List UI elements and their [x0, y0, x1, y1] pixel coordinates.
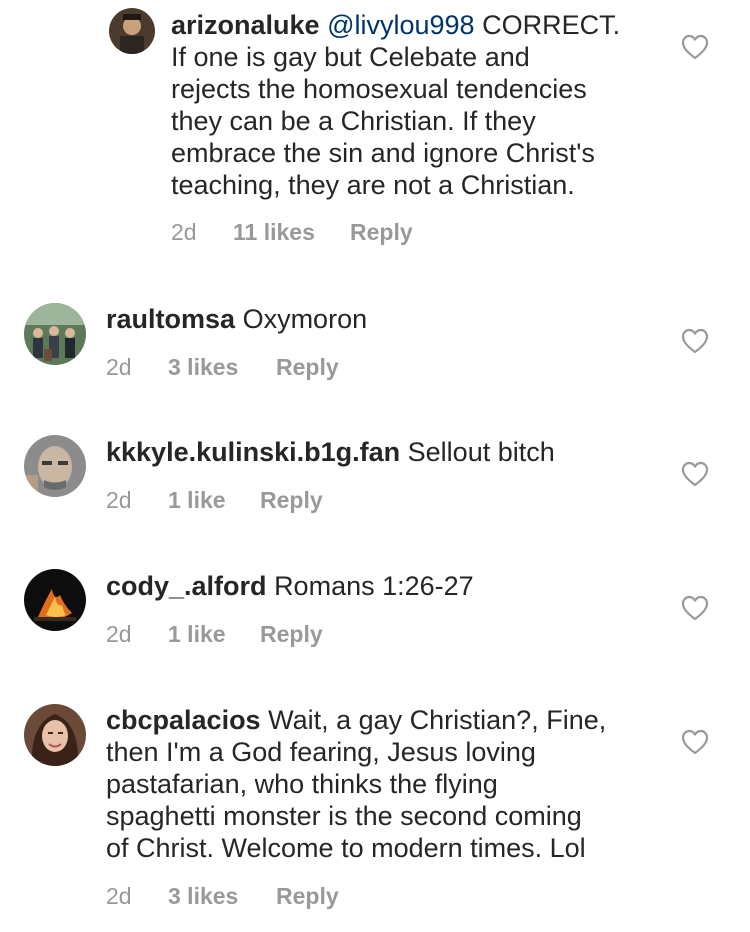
reply-button[interactable]: Reply [276, 883, 339, 910]
reply-button[interactable]: Reply [350, 219, 413, 246]
comment-text-line: embrace the sin and ignore Christ's [171, 138, 595, 168]
heart-outline-icon [681, 34, 709, 60]
avatar[interactable] [24, 704, 86, 766]
comment-text: raultomsa Oxymoron [106, 303, 666, 335]
like-button[interactable] [681, 729, 709, 755]
comment-text-line: CORRECT. [482, 10, 621, 40]
comment-time: 2d [106, 883, 132, 909]
comment-text-line: rejects the homosexual tendencies [171, 74, 587, 104]
avatar-image [24, 569, 86, 631]
like-button[interactable] [681, 461, 709, 487]
comment-arizonaluke: arizonaluke @livylou998 CORRECT. If one … [0, 0, 750, 270]
avatar[interactable] [24, 569, 86, 631]
comment-meta: 2d 11 likes Reply [171, 219, 413, 246]
comment-text: cbcpalacios Wait, a gay Christian?, Fine… [106, 704, 666, 864]
comment-time: 2d [106, 354, 132, 380]
like-button[interactable] [681, 328, 709, 354]
comment-text: cody_.alford Romans 1:26-27 [106, 570, 666, 602]
comment-text-line: then I'm a God fearing, Jesus loving [106, 737, 536, 767]
avatar[interactable] [24, 303, 86, 365]
comment-text-line: they can be a Christian. If they [171, 106, 536, 136]
reply-button[interactable]: Reply [260, 621, 323, 648]
comment-text-line: Oxymoron [242, 304, 368, 334]
comment-username[interactable]: arizonaluke [171, 10, 320, 40]
avatar[interactable] [24, 435, 86, 497]
comment-username[interactable]: raultomsa [106, 304, 235, 334]
heart-outline-icon [681, 328, 709, 354]
reply-button[interactable]: Reply [260, 487, 323, 514]
comment-username[interactable]: kkkyle.kulinski.b1g.fan [106, 437, 400, 467]
like-button[interactable] [681, 34, 709, 60]
comment-cbcpalacios: cbcpalacios Wait, a gay Christian?, Fine… [0, 668, 750, 932]
comment-cody-alford: cody_.alford Romans 1:26-27 2d 1 like Re… [0, 534, 750, 668]
comment-likes[interactable]: 1 like [168, 621, 260, 648]
comment-meta: 2d 1 like Reply [106, 621, 323, 648]
comment-text-line: of Christ. Welcome to modern times. Lol [106, 833, 586, 863]
avatar-image [109, 8, 155, 54]
heart-outline-icon [681, 595, 709, 621]
comment-text-line: teaching, they are not a Christian. [171, 170, 575, 200]
avatar[interactable] [109, 8, 155, 54]
comment-time: 2d [171, 219, 197, 245]
comment-text-line: If one is gay but Celebate and [171, 42, 530, 72]
comment-text-line: pastafarian, who thinks the flying [106, 769, 498, 799]
comment-mention[interactable]: @livylou998 [327, 10, 475, 40]
comment-kkkyle: kkkyle.kulinski.b1g.fan Sellout bitch 2d… [0, 400, 750, 534]
comment-text-line: Wait, a gay Christian?, Fine, [268, 705, 607, 735]
comment-text: kkkyle.kulinski.b1g.fan Sellout bitch [106, 436, 666, 468]
reply-button[interactable]: Reply [276, 354, 339, 381]
comment-time: 2d [106, 487, 132, 513]
comment-meta: 2d 3 likes Reply [106, 883, 339, 910]
comment-text: arizonaluke @livylou998 CORRECT. If one … [171, 9, 661, 201]
comment-likes[interactable]: 11 likes [233, 219, 350, 246]
comment-username[interactable]: cbcpalacios [106, 705, 261, 735]
comment-likes[interactable]: 3 likes [168, 883, 276, 910]
comment-meta: 2d 1 like Reply [106, 487, 323, 514]
heart-outline-icon [681, 729, 709, 755]
comment-meta: 2d 3 likes Reply [106, 354, 339, 381]
comment-username[interactable]: cody_.alford [106, 571, 267, 601]
comment-raultomsa: raultomsa Oxymoron 2d 3 likes Reply [0, 270, 750, 400]
comment-likes[interactable]: 1 like [168, 487, 260, 514]
comment-likes[interactable]: 3 likes [168, 354, 276, 381]
comment-text-line: spaghetti monster is the second coming [106, 801, 582, 831]
avatar-image [24, 435, 86, 497]
like-button[interactable] [681, 595, 709, 621]
avatar-image [24, 704, 86, 766]
avatar-image [24, 303, 86, 365]
comment-time: 2d [106, 621, 132, 647]
heart-outline-icon [681, 461, 709, 487]
comment-text-line: Romans 1:26-27 [274, 571, 474, 601]
comment-text-line: Sellout bitch [407, 437, 555, 467]
